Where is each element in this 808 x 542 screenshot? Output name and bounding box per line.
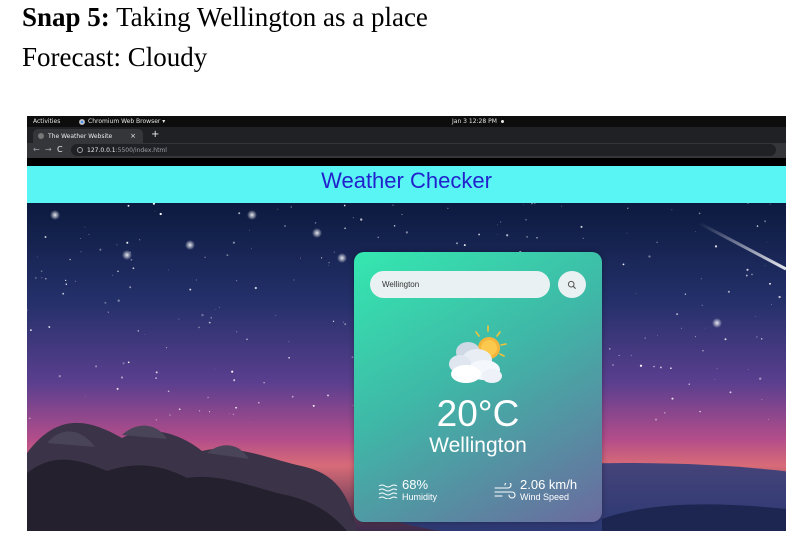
chromium-icon [79,118,85,125]
wind-detail: 2.06 km/h Wind Speed [494,478,577,503]
city-name: Wellington [429,434,527,457]
clock[interactable]: Jan 3 12:28 PM [452,118,504,125]
site-info-icon[interactable] [77,147,83,153]
humidity-detail: 68% Humidity [378,478,437,503]
humidity-label: Humidity [402,492,438,502]
search-icon [567,280,576,289]
humidity-value: 68% [402,477,429,492]
forecast-caption: Forecast: Cloudy [22,42,208,72]
tab-close-icon[interactable]: × [130,132,136,140]
os-top-bar: Activities Chromium Web Browser ▾ Jan 3 … [27,116,786,127]
tab-bar: The Weather Website × + [27,127,786,143]
weather-card: 20°C Wellington 68% Humidity [354,252,602,522]
url-bar[interactable]: 127.0.0.1:5500/index.html [71,144,776,156]
wind-label: Wind Speed [520,492,570,502]
app-name: Chromium Web Browser ▾ [88,118,166,125]
url-path: :5500/index.html [115,146,167,154]
tab-title: The Weather Website [48,132,113,140]
page-title: Weather Checker [321,168,492,193]
address-toolbar: ← → C 127.0.0.1:5500/index.html [27,143,786,158]
temperature: 20°C [436,393,520,434]
partly-cloudy-icon [449,325,507,383]
snap-label: Snap 5: [22,2,110,32]
wind-value: 2.06 km/h [520,477,578,492]
browser-tab[interactable]: The Weather Website × [33,129,143,143]
clock-text: Jan 3 12:28 PM [452,118,497,125]
activities-button[interactable]: Activities [33,118,60,125]
url-host: 127.0.0.1 [87,146,116,154]
notification-dot-icon [500,120,504,123]
web-page: Weather Checker Wellington 20°C Wellingt… [27,158,786,531]
page-header: Weather Checker [27,166,786,203]
back-arrow-icon[interactable]: ← [33,145,40,154]
forward-arrow-icon[interactable]: → [45,145,52,154]
search-button[interactable] [558,271,586,298]
favicon-icon [38,133,44,139]
humidity-waves-icon [378,484,398,499]
screenshot: Activities Chromium Web Browser ▾ Jan 3 … [27,116,786,531]
reload-icon[interactable]: C [57,145,63,154]
app-menu[interactable]: Chromium Web Browser ▾ [79,118,165,125]
caption-title: Snap 5: Taking Wellington as a place [22,2,428,33]
search-input[interactable] [370,271,550,298]
new-tab-button[interactable]: + [151,129,159,141]
wind-icon [494,482,516,499]
snap-text: Taking Wellington as a place [116,2,428,32]
